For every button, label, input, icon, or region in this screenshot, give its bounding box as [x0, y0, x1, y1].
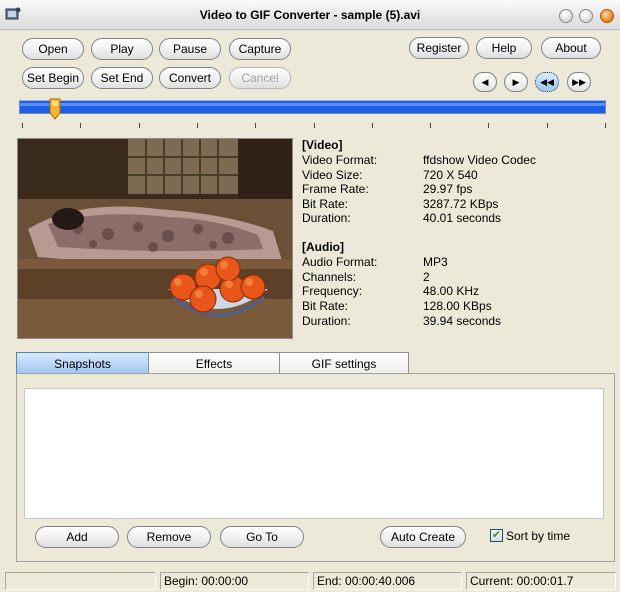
about-button[interactable]: About: [541, 37, 601, 59]
audio-bit-rate-value: 128.00 KBps: [423, 299, 492, 313]
tab-effects[interactable]: Effects: [148, 352, 280, 374]
close-button[interactable]: [600, 9, 614, 23]
status-current: Current: 00:00:01.7: [466, 572, 616, 590]
auto-create-button[interactable]: Auto Create: [380, 526, 466, 548]
rewind-button[interactable]: ◀◀: [535, 72, 559, 92]
audio-format-value: MP3: [423, 255, 448, 269]
sort-by-time-label[interactable]: Sort by time: [506, 529, 570, 543]
slider-tick: [196, 123, 198, 128]
video-section-header: [Video]: [302, 138, 343, 152]
tab-snapshots[interactable]: Snapshots: [16, 352, 149, 374]
play-button[interactable]: Play: [91, 38, 153, 60]
set-end-button[interactable]: Set End: [91, 67, 153, 89]
goto-snapshot-button[interactable]: Go To: [220, 526, 304, 548]
video-format-value: ffdshow Video Codec: [423, 153, 536, 167]
window-title: Video to GIF Converter - sample (5).avi: [199, 8, 421, 22]
channels-value: 2: [423, 270, 430, 284]
slider-tick: [22, 123, 23, 128]
prev-frame-button[interactable]: ◀: [473, 72, 497, 92]
next-icon: ▶: [512, 77, 520, 87]
status-progress: [5, 572, 156, 590]
slider-tick: [138, 123, 140, 128]
frame-rate-label: Frame Rate:: [302, 182, 369, 196]
rewind-icon: ◀◀: [540, 77, 554, 87]
help-button[interactable]: Help: [476, 37, 532, 59]
video-format-label: Video Format:: [302, 153, 378, 167]
audio-format-label: Audio Format:: [302, 255, 378, 269]
audio-section-header: [Audio]: [302, 240, 344, 254]
slider-thumb[interactable]: [49, 98, 61, 120]
slider-tick: [313, 123, 315, 128]
prev-icon: ◀: [481, 77, 489, 87]
frequency-value: 48.00 KHz: [423, 284, 480, 298]
cancel-button[interactable]: Cancel: [229, 67, 291, 89]
video-frame-image: [18, 139, 292, 338]
title-bar[interactable]: Video to GIF Converter - sample (5).avi: [0, 0, 620, 30]
video-size-label: Video Size:: [302, 168, 363, 182]
set-begin-button[interactable]: Set Begin: [22, 67, 84, 89]
video-bit-rate-value: 3287.72 KBps: [423, 197, 499, 211]
video-bit-rate-label: Bit Rate:: [302, 197, 349, 211]
video-duration-label: Duration:: [302, 211, 351, 225]
open-button[interactable]: Open: [22, 38, 84, 60]
channels-label: Channels:: [302, 270, 357, 284]
frequency-label: Frequency:: [302, 284, 363, 298]
video-duration-value: 40.01 seconds: [423, 211, 502, 225]
checkmark-icon: ✔: [491, 529, 502, 541]
slider-tick: [80, 123, 82, 128]
audio-duration-label: Duration:: [302, 314, 351, 328]
remove-snapshot-button[interactable]: Remove: [127, 526, 211, 548]
tab-gif-settings[interactable]: GIF settings: [279, 352, 409, 374]
maximize-button[interactable]: [579, 9, 593, 23]
add-snapshot-button[interactable]: Add: [35, 526, 119, 548]
slider-tick: [371, 123, 373, 128]
slider-tick: [546, 123, 548, 128]
frame-rate-value: 29.97 fps: [423, 182, 473, 196]
fast-forward-button[interactable]: ▶▶: [567, 72, 591, 92]
video-size-value: 720 X 540: [423, 168, 478, 182]
fast-forward-icon: ▶▶: [572, 77, 586, 87]
status-begin: Begin: 00:00:00: [160, 572, 309, 590]
minimize-button[interactable]: [559, 9, 573, 23]
slider-tick: [488, 123, 490, 128]
media-info: [Video] Video Format: ffdshow Video Code…: [302, 138, 602, 338]
capture-button[interactable]: Capture: [229, 38, 291, 60]
convert-button[interactable]: Convert: [159, 67, 221, 89]
audio-duration-value: 39.94 seconds: [423, 314, 502, 328]
pause-button[interactable]: Pause: [159, 38, 221, 60]
snapshots-list[interactable]: [24, 388, 604, 519]
register-button[interactable]: Register: [409, 37, 469, 59]
slider-tick: [605, 123, 606, 128]
status-end: End: 00:00:40.006: [313, 572, 462, 590]
audio-bit-rate-label: Bit Rate:: [302, 299, 349, 313]
position-slider[interactable]: [19, 100, 606, 114]
video-preview: [17, 138, 293, 339]
sort-by-time-checkbox[interactable]: ✔: [490, 529, 503, 542]
slider-tick: [255, 123, 257, 128]
slider-tick: [430, 123, 432, 128]
next-frame-button[interactable]: ▶: [504, 72, 528, 92]
